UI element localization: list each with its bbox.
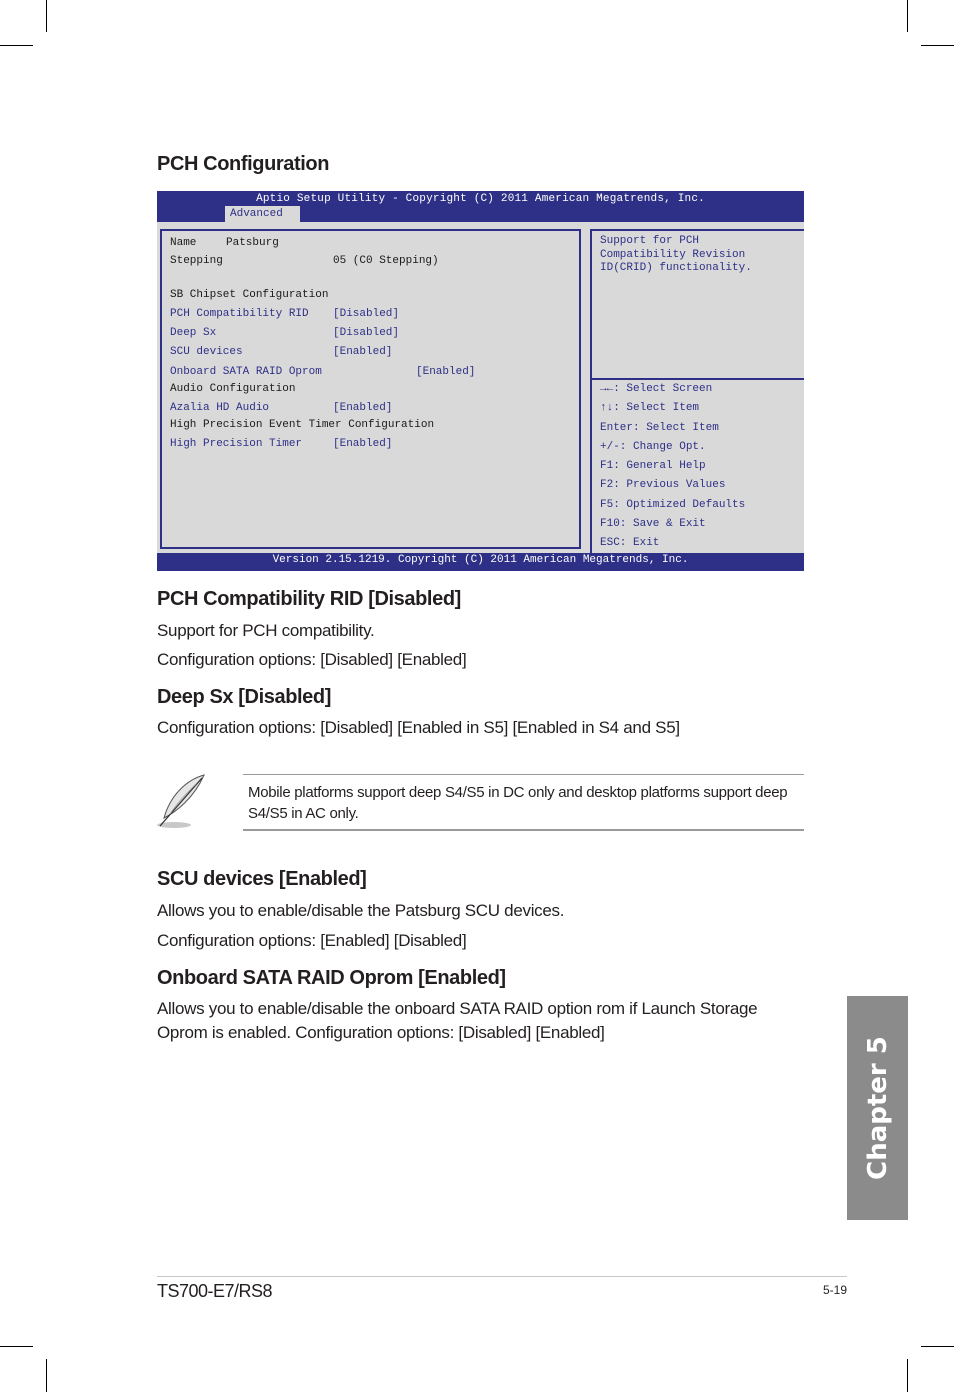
setting-pch-compat-rid-value[interactable]: [Disabled] <box>333 307 399 321</box>
info-stepping-value: 05 (C0 Stepping) <box>333 255 439 267</box>
bios-settings-panel: Name Patsburg Stepping 05 (C0 Stepping) … <box>160 229 581 549</box>
info-name-label: Name <box>170 237 197 249</box>
feather-pen-icon <box>157 774 205 828</box>
bios-screenshot: Aptio Setup Utility - Copyright (C) 2011… <box>157 191 804 571</box>
section-text: Configuration options: [Disabled] [Enabl… <box>157 650 467 669</box>
bios-footer: Version 2.15.1219. Copyright (C) 2011 Am… <box>157 553 804 571</box>
note-bottom-rule <box>243 829 804 831</box>
crop-mark <box>46 1359 47 1392</box>
section-heading-scu-devices: SCU devices [Enabled] <box>157 868 367 890</box>
section-text: Allows you to enable/disable the onboard… <box>157 999 758 1042</box>
chapter-label: Chapter 5 <box>862 1036 893 1180</box>
help-divider <box>592 378 804 380</box>
chapter-tab: Chapter 5 <box>847 996 908 1220</box>
info-name-value: Patsburg <box>226 237 279 249</box>
crop-mark <box>907 0 908 32</box>
crop-mark <box>921 45 954 46</box>
info-stepping-label: Stepping <box>170 255 223 267</box>
setting-azalia-hd-audio[interactable]: Azalia HD Audio <box>170 401 269 415</box>
setting-deep-sx-value[interactable]: [Disabled] <box>333 326 399 340</box>
setting-high-precision-timer[interactable]: High Precision Timer <box>170 437 302 451</box>
page-number: 5-19 <box>822 1283 847 1297</box>
section-heading-deep-sx: Deep Sx [Disabled] <box>157 686 331 708</box>
crop-mark <box>0 45 33 46</box>
section-heading-pch-compat-rid: PCH Compatibility RID [Disabled] <box>157 588 461 610</box>
crop-mark <box>0 1346 33 1347</box>
crop-mark <box>921 1346 954 1347</box>
setting-azalia-hd-audio-value[interactable]: [Enabled] <box>333 401 392 415</box>
footer-model: TS700-E7/RS8 <box>157 1281 273 1301</box>
section-text: Support for PCH compatibility. <box>157 621 375 640</box>
footer-rule <box>157 1276 847 1277</box>
section-sb-chipset: SB Chipset Configuration <box>170 289 329 301</box>
key-f10: F10: Save & Exit <box>600 518 706 530</box>
section-hpet: High Precision Event Timer Configuration <box>170 419 435 431</box>
setting-onboard-sata-raid-oprom-value[interactable]: [Enabled] <box>416 365 475 379</box>
note-top-rule <box>243 774 804 775</box>
setting-scu-devices[interactable]: SCU devices <box>170 345 243 359</box>
key-f5: F5: Optimized Defaults <box>600 499 746 511</box>
setting-pch-compat-rid[interactable]: PCH Compatibility RID <box>170 307 309 321</box>
crop-mark <box>907 1359 908 1392</box>
key-change-opt: +/-: Change Opt. <box>600 441 706 453</box>
key-select-item-arrows: ↑↓: Select Item <box>600 402 700 414</box>
setting-onboard-sata-raid-oprom[interactable]: Onboard SATA RAID Oprom <box>170 365 322 379</box>
section-audio: Audio Configuration <box>170 383 296 395</box>
tab-advanced[interactable]: Advanced <box>225 206 300 222</box>
setting-scu-devices-value[interactable]: [Enabled] <box>333 345 392 359</box>
setting-high-precision-timer-value[interactable]: [Enabled] <box>333 437 392 451</box>
bios-title: Aptio Setup Utility - Copyright (C) 2011… <box>256 193 705 205</box>
bios-version: Version 2.15.1219. Copyright (C) 2011 Am… <box>272 554 689 566</box>
crop-mark <box>46 0 47 32</box>
section-text: Configuration options: [Disabled] [Enabl… <box>157 718 680 737</box>
section-text: Allows you to enable/disable the Patsbur… <box>157 901 565 920</box>
key-select-screen: →←: Select Screen <box>600 383 713 395</box>
key-f2: F2: Previous Values <box>600 479 726 491</box>
note-text: Mobile platforms support deep S4/S5 in D… <box>248 784 788 822</box>
bios-help-panel: Support for PCH Compatibility Revision I… <box>590 229 804 553</box>
key-enter: Enter: Select Item <box>600 422 719 434</box>
key-f1: F1: General Help <box>600 460 706 472</box>
key-esc: ESC: Exit <box>600 537 660 549</box>
section-text: Configuration options: [Enabled] [Disabl… <box>157 931 467 950</box>
setting-deep-sx[interactable]: Deep Sx <box>170 326 216 340</box>
bios-header: Aptio Setup Utility - Copyright (C) 2011… <box>157 191 804 222</box>
page-title: PCH Configuration <box>157 153 330 175</box>
section-heading-onboard-sata-raid-oprom: Onboard SATA RAID Oprom [Enabled] <box>157 967 506 989</box>
help-text: Support for PCH Compatibility Revision I… <box>600 235 752 274</box>
